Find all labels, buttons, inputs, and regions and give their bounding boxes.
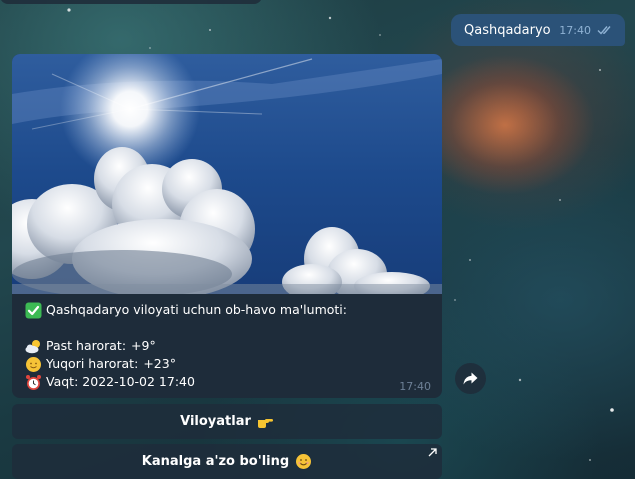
min-temp-line: Past harorat: +9° — [25, 337, 429, 355]
keyboard-button-label: Viloyatlar — [180, 414, 251, 429]
alarm-clock-icon — [26, 374, 41, 390]
smiling-face-icon — [296, 454, 312, 469]
max-temp-line: Yuqori harorat: +23° — [25, 355, 429, 373]
max-temp-value: +23° — [143, 356, 176, 371]
outgoing-message-text: Qashqadaryo — [464, 22, 551, 38]
sky-sun-clouds-photo[interactable] — [12, 54, 442, 294]
share-button[interactable] — [455, 363, 486, 394]
outgoing-message-time: 17:40 — [559, 23, 591, 37]
caption-title-line: Qashqadaryo viloyati uchun ob-havo ma'lu… — [25, 301, 429, 319]
caption-title: Qashqadaryo viloyati uchun ob-havo ma'lu… — [46, 302, 347, 317]
sun-face-icon — [26, 356, 41, 372]
sun-behind-cloud-icon — [25, 339, 40, 353]
pointing-hand-icon — [257, 419, 273, 428]
message-caption: Qashqadaryo viloyati uchun ob-havo ma'lu… — [25, 301, 429, 391]
time-value: 2022-10-02 17:40 — [82, 374, 195, 389]
max-temp-label: Yuqori harorat: — [46, 356, 139, 371]
keyboard-button-viloyatlar[interactable]: Viloyatlar — [12, 404, 442, 439]
keyboard-button-kanal[interactable]: Kanalga a'zo bo'ling — [12, 444, 442, 479]
double-check-icon — [597, 26, 611, 35]
keyboard-button-label: Kanalga a'zo bo'ling — [141, 454, 290, 469]
time-line: Vaqt: 2022-10-02 17:40 — [25, 373, 429, 391]
time-label: Vaqt: — [46, 374, 79, 389]
incoming-message-time: 17:40 — [399, 380, 431, 393]
outgoing-message[interactable]: Qashqadaryo 17:40 — [451, 14, 625, 46]
share-arrow-icon — [463, 372, 478, 385]
previous-message-edge — [0, 0, 262, 4]
external-link-arrow-icon — [428, 448, 437, 457]
incoming-message[interactable]: Qashqadaryo viloyati uchun ob-havo ma'lu… — [12, 54, 442, 398]
min-temp-value: +9° — [131, 338, 156, 353]
check-mark-icon — [25, 302, 42, 318]
min-temp-label: Past harorat: — [46, 338, 127, 353]
